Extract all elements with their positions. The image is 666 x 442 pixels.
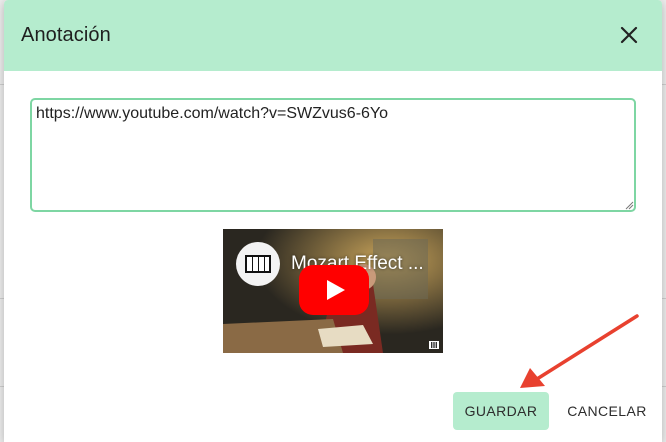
youtube-logo-icon[interactable] [429, 341, 439, 349]
dialog-header: Anotación [4, 0, 662, 71]
cancel-button[interactable]: CANCELAR [560, 392, 654, 430]
close-icon [620, 26, 638, 44]
channel-avatar[interactable] [236, 242, 280, 286]
close-button[interactable] [618, 24, 640, 46]
resize-grip-icon[interactable] [624, 200, 634, 210]
dialog-title: Anotación [21, 24, 111, 46]
play-button[interactable] [299, 265, 369, 315]
play-icon [327, 280, 345, 300]
save-button[interactable]: GUARDAR [453, 392, 549, 430]
video-embed[interactable]: Mozart Effect ... [223, 229, 443, 353]
annotation-dialog: Anotación https://www.youtube.com/watch?… [4, 0, 662, 442]
piano-icon [245, 255, 271, 273]
url-textarea[interactable]: https://www.youtube.com/watch?v=SWZvus6-… [30, 98, 636, 212]
